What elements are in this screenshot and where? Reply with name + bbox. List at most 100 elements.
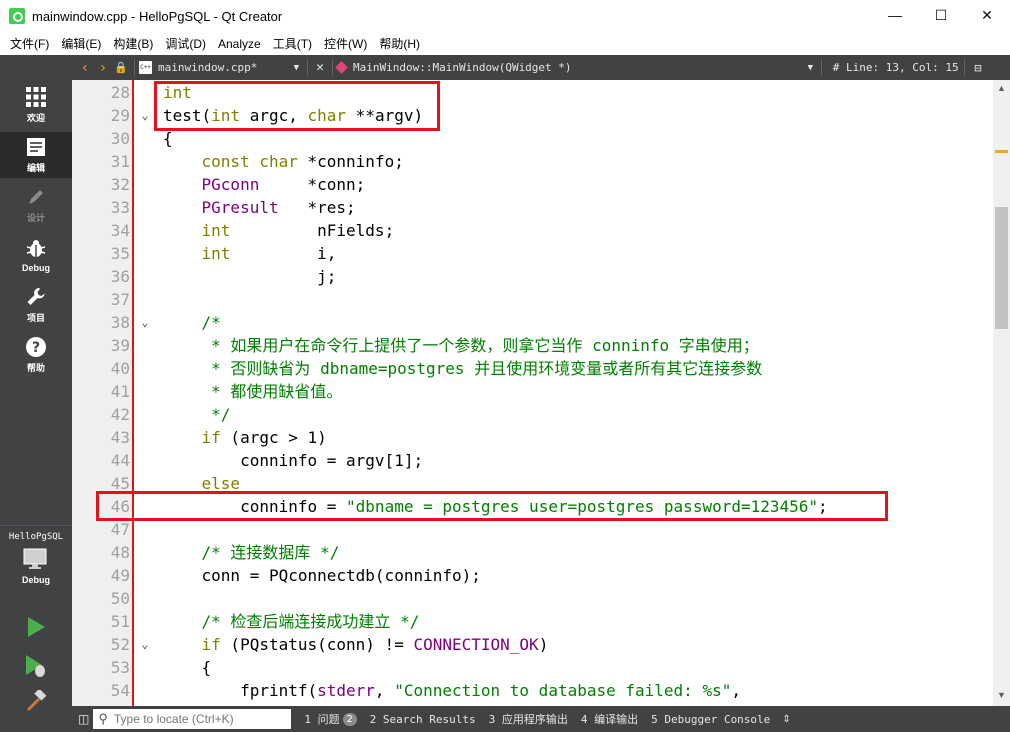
menu-build[interactable]: 构建(B)	[107, 35, 159, 52]
more-panes-icon[interactable]: ⇕	[782, 714, 790, 725]
mode-edit[interactable]: 编辑	[0, 132, 72, 178]
output-pane-bar: ◫ ⚲ Type to locate (Ctrl+K) 1 问题 2 2 Sea…	[72, 706, 1010, 732]
kit-selector[interactable]: HelloPgSQL Debug	[0, 525, 72, 597]
code-text: {	[163, 658, 212, 677]
minimize-button[interactable]: —	[872, 0, 918, 30]
code-line[interactable]: 39 * 如果用户在命令行上提供了一个参数，则拿它当作 conninfo 字串使…	[72, 334, 993, 357]
code-line[interactable]: 49 conn = PQconnectdb(conninfo);	[72, 564, 993, 587]
editor-toolbar: ‹ › 🔒 C++ mainwindow.cpp* ▼ ✕ MainWindow…	[72, 55, 1010, 80]
code-line[interactable]: 47	[72, 518, 993, 541]
symbol-selector[interactable]: MainWindow::MainWindow(QWidget *) ▼	[335, 55, 817, 80]
menu-help[interactable]: 帮助(H)	[373, 35, 426, 52]
code-line[interactable]: 53 {	[72, 656, 993, 679]
nav-back-icon[interactable]: ‹	[76, 55, 94, 80]
menu-debug[interactable]: 调试(D)	[159, 35, 212, 52]
code-text: const char *conninfo;	[201, 152, 404, 171]
pane-compile-output[interactable]: 4 编译输出	[581, 711, 638, 727]
menu-tools[interactable]: 工具(T)	[267, 35, 318, 52]
vertical-scrollbar[interactable]: ▲ ▼	[993, 80, 1010, 706]
locator-input[interactable]: ⚲ Type to locate (Ctrl+K)	[93, 709, 292, 729]
open-document-selector[interactable]: C++ mainwindow.cpp* ▼	[139, 55, 303, 80]
svg-text:?: ?	[32, 340, 40, 356]
maximize-button[interactable]: ☐	[918, 0, 964, 30]
code-line[interactable]: 31 const char *conninfo;	[72, 150, 993, 173]
code-text: */	[163, 405, 231, 424]
code-line[interactable]: 44 conninfo = argv[1];	[72, 449, 993, 472]
monitor-icon	[23, 548, 47, 569]
pane-application-output[interactable]: 3 应用程序输出	[489, 711, 568, 727]
line-number: 38	[110, 313, 130, 332]
code-line[interactable]: 52 ⌄ if (PQstatus(conn) != CONNECTION_OK)	[72, 633, 993, 656]
code-text: PGresult *res;	[201, 198, 356, 217]
fold-toggle-icon[interactable]: ⌄	[138, 311, 152, 334]
toolbar-separator	[821, 59, 822, 76]
line-number: 28	[110, 83, 130, 102]
mode-design[interactable]: 设计	[0, 182, 72, 228]
mode-debug[interactable]: Debug	[0, 232, 72, 278]
debug-play-icon	[26, 655, 45, 677]
scrollbar-thumb[interactable]	[995, 207, 1008, 329]
code-editor[interactable]: 28 int 29 ⌄ test(int argc, char **argv) 30{31…	[72, 80, 993, 706]
cpp-file-icon: C++	[139, 61, 152, 74]
scroll-down-icon[interactable]: ▼	[997, 690, 1006, 700]
line-number: 31	[110, 152, 130, 171]
fold-toggle-icon[interactable]: ⌄	[138, 104, 152, 127]
code-line[interactable]: 38 ⌄ /*	[72, 311, 993, 334]
menu-analyze[interactable]: Analyze	[212, 37, 267, 51]
code-text: PGconn *conn;	[201, 175, 366, 194]
cursor-position[interactable]: Line: 13, Col: 15	[846, 55, 960, 80]
pane-issues[interactable]: 1 问题 2	[304, 711, 357, 727]
bug-icon	[26, 239, 46, 257]
code-line[interactable]: 42 */	[72, 403, 993, 426]
toggle-sidebar-icon[interactable]: ◫	[78, 712, 89, 726]
code-line[interactable]: 40 * 否则缺省为 dbname=postgres 并且使用环境变量或者所有其…	[72, 357, 993, 380]
line-number: 39	[110, 336, 130, 355]
line-number: 37	[110, 290, 130, 309]
code-text: if (argc > 1)	[201, 428, 327, 447]
code-text: * 如果用户在命令行上提供了一个参数，则拿它当作 conninfo 字串使用；	[163, 336, 759, 355]
code-line[interactable]: 51 /* 检查后端连接成功建立 */	[72, 610, 993, 633]
code-line[interactable]: 43 if (argc > 1)	[72, 426, 993, 449]
line-number: 35	[110, 244, 130, 263]
scrollbar-marker	[995, 150, 1008, 153]
code-text: /*	[201, 313, 221, 332]
code-line[interactable]: 33 PGresult *res;	[72, 196, 993, 219]
line-number: 36	[110, 267, 130, 286]
menu-file[interactable]: 文件(F)	[4, 35, 55, 52]
line-number: 29	[110, 106, 130, 125]
scroll-up-icon[interactable]: ▲	[997, 83, 1006, 93]
nav-forward-icon[interactable]: ›	[94, 55, 112, 80]
code-line[interactable]: 35 int i,	[72, 242, 993, 265]
code-line[interactable]: 37	[72, 288, 993, 311]
mode-welcome[interactable]: 欢迎	[0, 82, 72, 128]
build-button[interactable]	[22, 687, 50, 715]
code-line[interactable]: 34 int nFields;	[72, 219, 993, 242]
debug-run-button[interactable]	[22, 652, 50, 680]
toolbar-separator	[307, 59, 308, 76]
code-text: int i,	[201, 244, 337, 263]
close-document-icon[interactable]: ✕	[312, 55, 328, 80]
mode-projects[interactable]: 项目	[0, 282, 72, 328]
run-button[interactable]	[22, 613, 50, 641]
code-line[interactable]: 36 j;	[72, 265, 993, 288]
menu-controls[interactable]: 控件(W)	[318, 35, 373, 52]
current-symbol: MainWindow::MainWindow(QWidget *)	[353, 61, 572, 74]
code-text: * 否则缺省为 dbname=postgres 并且使用环境变量或者所有其它连接…	[163, 359, 763, 378]
code-line[interactable]: 48 /* 连接数据库 */	[72, 541, 993, 564]
mode-selector: 欢迎 编辑 设计 Debug 项目 ? 帮助 HelloPgSQL Debug	[0, 55, 72, 732]
mode-label: 欢迎	[26, 113, 45, 123]
mode-help[interactable]: ? 帮助	[0, 332, 72, 378]
fold-toggle-icon[interactable]: ⌄	[138, 633, 152, 656]
code-line[interactable]: 50	[72, 587, 993, 610]
menu-edit[interactable]: 编辑(E)	[55, 35, 107, 52]
code-line[interactable]: 54 fprintf(stderr, "Connection to databa…	[72, 679, 993, 702]
pane-search-results[interactable]: 2 Search Results	[370, 713, 476, 726]
split-icon[interactable]: ⊟	[969, 55, 987, 80]
line-number: 54	[110, 681, 130, 700]
code-text: /* 连接数据库 */	[201, 543, 340, 562]
line-number: 32	[110, 175, 130, 194]
close-button[interactable]: ✕	[964, 0, 1010, 30]
code-line[interactable]: 41 * 都使用缺省值。	[72, 380, 993, 403]
code-line[interactable]: 32 PGconn *conn;	[72, 173, 993, 196]
pane-debugger-console[interactable]: 5 Debugger Console	[651, 713, 770, 726]
